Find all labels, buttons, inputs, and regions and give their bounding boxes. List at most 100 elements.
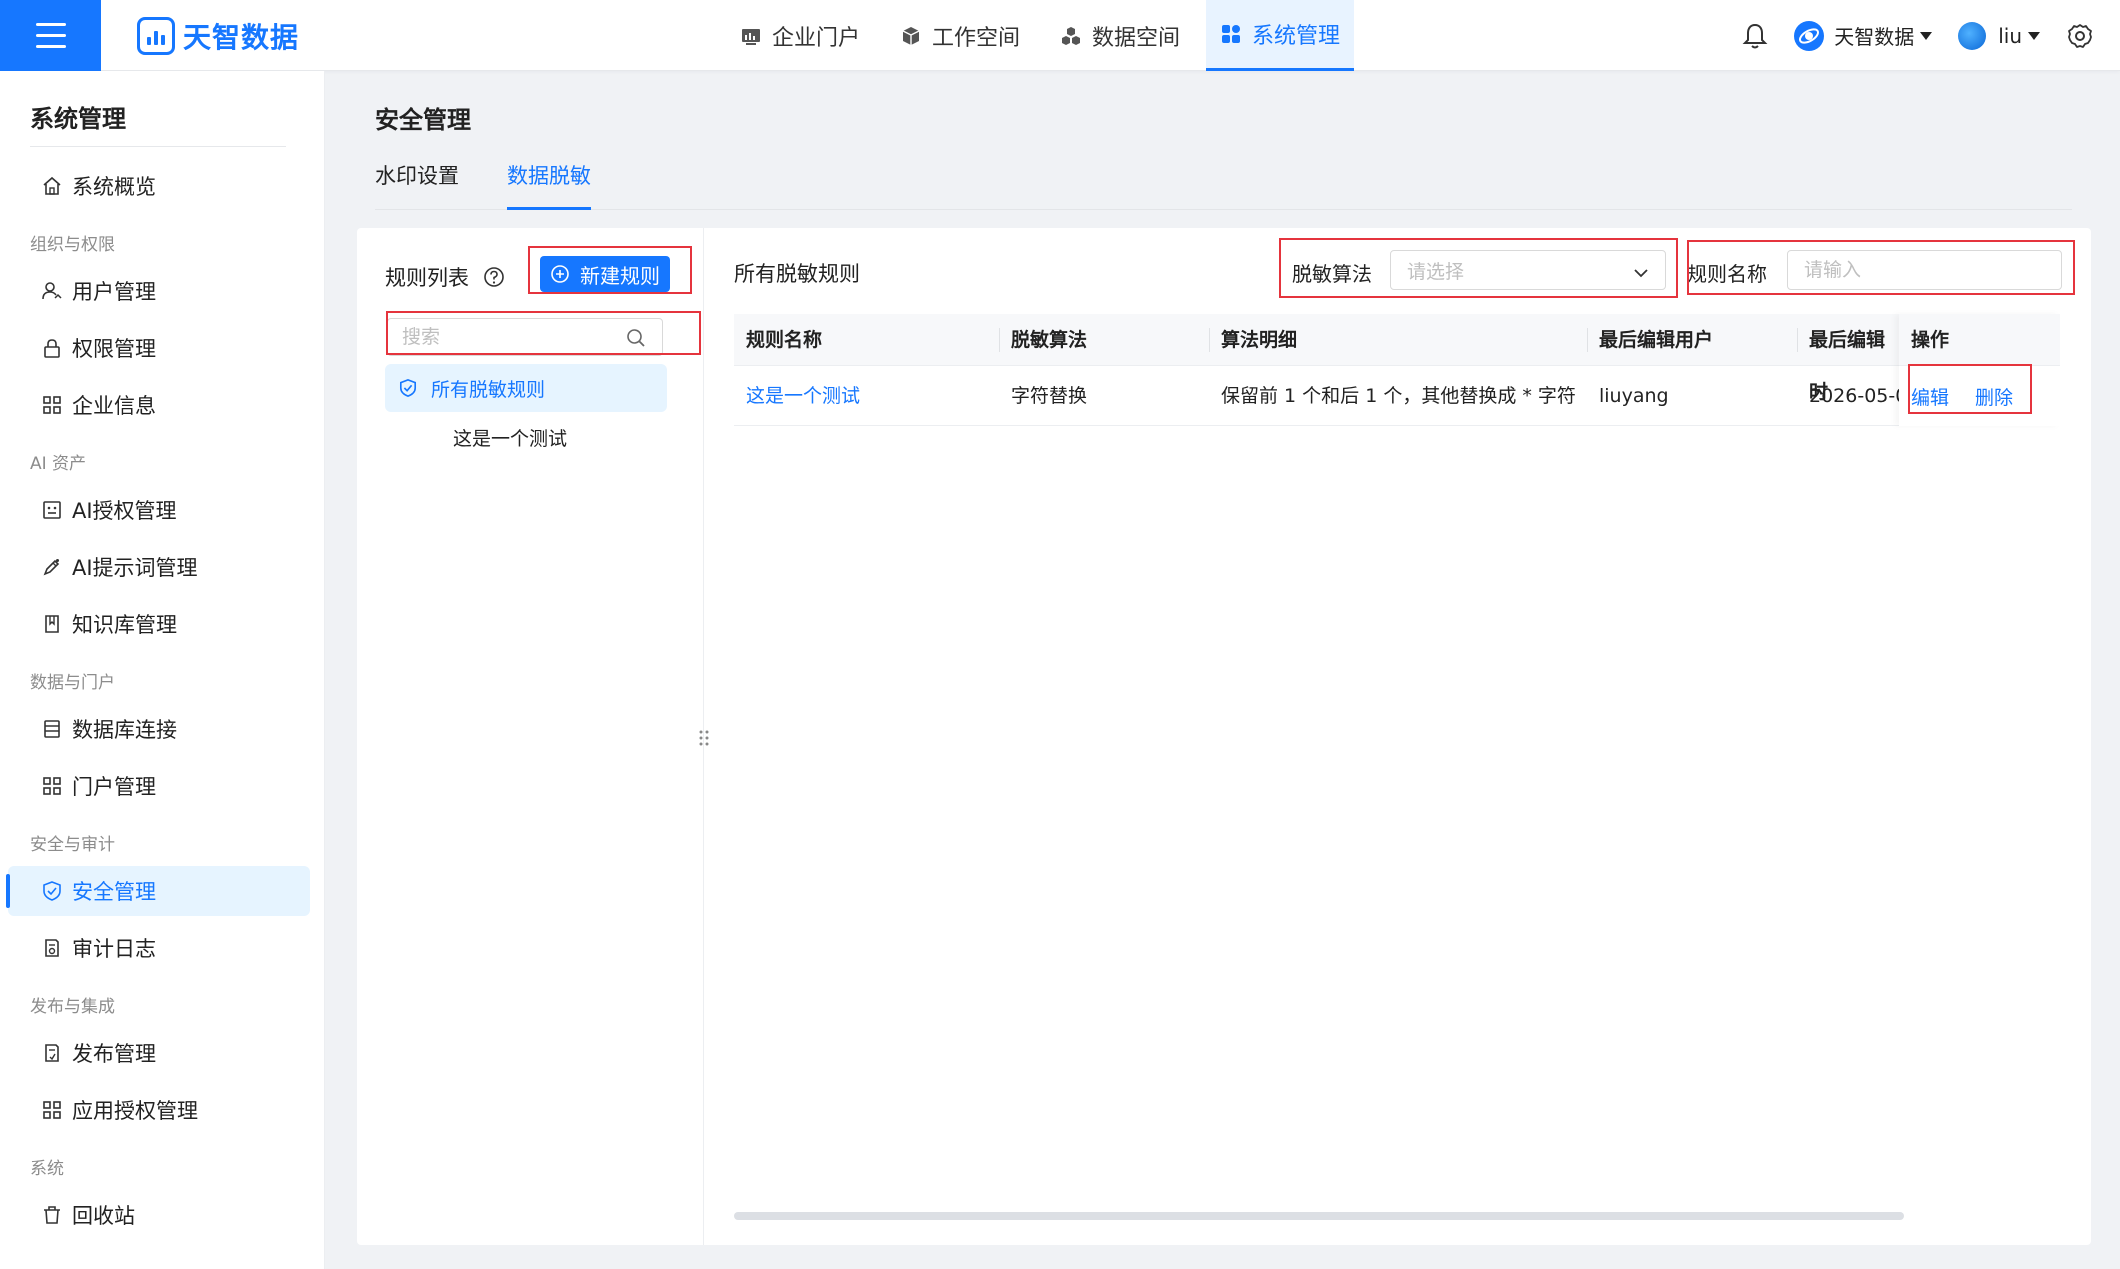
sidebar-item-ai-prompt[interactable]: AI提示词管理 xyxy=(8,542,310,592)
lock-icon xyxy=(42,338,62,358)
sidebar-item-label: 安全管理 xyxy=(72,880,156,904)
search-icon[interactable] xyxy=(626,328,646,348)
shield-icon xyxy=(42,881,62,901)
table-row: 这是一个测试 字符替换 保留前 1 个和后 1 个，其他替换成 * 字符 liu… xyxy=(734,366,2060,426)
nav-system-management[interactable]: 系统管理 xyxy=(1206,0,1355,71)
column-header: 最后编辑时 xyxy=(1797,314,1899,403)
tab-data-masking[interactable]: 数据脱敏 xyxy=(507,160,591,210)
algorithm-filter-label: 脱敏算法 xyxy=(1292,262,1372,286)
row-actions: 编辑 删除 xyxy=(1899,366,2060,426)
nav-label: 数据空间 xyxy=(1092,25,1181,51)
sidebar-item-label: 数据库连接 xyxy=(72,718,177,742)
sidebar-item-app-auth[interactable]: 应用授权管理 xyxy=(8,1085,310,1135)
sidebar-item-label: 门户管理 xyxy=(72,775,156,799)
top-nav: 企业门户 工作空间 数据空间 系统管理 xyxy=(726,0,1366,71)
sidebar-item-label: 用户管理 xyxy=(72,280,156,304)
brand-name: 天智数据 xyxy=(183,21,300,54)
drag-handle-icon[interactable] xyxy=(697,728,711,748)
column-header: 规则名称 xyxy=(746,329,823,351)
nav-workspace[interactable]: 工作空间 xyxy=(886,0,1034,71)
database-icon xyxy=(42,719,62,739)
apps-icon xyxy=(42,776,62,796)
sidebar-item-trash[interactable]: 回收站 xyxy=(8,1190,310,1240)
logo-icon xyxy=(137,17,175,55)
portal-icon xyxy=(740,25,762,47)
bell-icon[interactable] xyxy=(1742,22,1768,50)
nav-enterprise-portal[interactable]: 企业门户 xyxy=(726,0,874,71)
sidebar-item-overview[interactable]: 系统概览 xyxy=(8,161,310,211)
rule-list-title: 规则列表 xyxy=(385,266,469,290)
sidebar-item-knowledge[interactable]: 知识库管理 xyxy=(8,599,310,649)
user-menu[interactable]: liu xyxy=(1958,21,2040,50)
tree-item-all-rules[interactable]: 所有脱敏规则 xyxy=(385,364,667,412)
sidebar-item-label: 发布管理 xyxy=(72,1042,156,1066)
sidebar-item-publish[interactable]: 发布管理 xyxy=(8,1028,310,1078)
sidebar-title: 系统管理 xyxy=(30,105,126,133)
gear-icon[interactable] xyxy=(2066,22,2094,50)
sidebar-item-users[interactable]: 用户管理 xyxy=(8,266,310,316)
sidebar-item-ai-auth[interactable]: AI授权管理 xyxy=(8,485,310,535)
sidebar-item-audit[interactable]: 审计日志 xyxy=(8,923,310,973)
sidebar-item-label: AI授权管理 xyxy=(72,499,177,523)
tree-item-rule[interactable]: 这是一个测试 xyxy=(453,424,567,451)
sidebar-item-permissions[interactable]: 权限管理 xyxy=(8,323,310,373)
column-header: 操作 xyxy=(1899,314,2060,366)
horizontal-scrollbar[interactable] xyxy=(734,1212,1904,1220)
nav-label: 系统管理 xyxy=(1252,24,1341,49)
column-header: 脱敏算法 xyxy=(999,314,1209,366)
rule-search xyxy=(387,318,663,356)
sidebar-item-security[interactable]: 安全管理 xyxy=(6,866,310,916)
page-title: 安全管理 xyxy=(375,106,471,134)
username: liu xyxy=(1998,23,2022,48)
sidebar-group-label: 安全与审计 xyxy=(30,835,115,855)
chevron-down-icon xyxy=(1633,263,1649,278)
edit-link[interactable]: 编辑 xyxy=(1911,383,1949,410)
sidebar-item-label: 回收站 xyxy=(72,1204,135,1228)
apps-icon xyxy=(42,395,62,415)
sidebar-group-label: AI 资产 xyxy=(30,454,87,474)
cubes-icon xyxy=(1060,25,1082,47)
tab-watermark[interactable]: 水印设置 xyxy=(375,160,459,210)
rule-name-link[interactable]: 这是一个测试 xyxy=(734,366,999,426)
rule-search-input[interactable] xyxy=(388,319,608,355)
nav-label: 工作空间 xyxy=(932,25,1021,51)
apps-icon xyxy=(42,1100,62,1120)
name-filter xyxy=(1787,250,2062,290)
avatar xyxy=(1958,21,1987,50)
sidebar-group-label: 数据与门户 xyxy=(30,673,115,693)
org-switcher[interactable]: 天智数据 xyxy=(1794,20,1933,51)
publish-icon xyxy=(42,1043,62,1063)
sidebar-item-label: 审计日志 xyxy=(72,937,156,961)
rule-algorithm: 字符替换 xyxy=(1011,385,1088,407)
sidebar-item-label: 知识库管理 xyxy=(72,613,177,637)
table-header: 规则名称 脱敏算法 算法明细 最后编辑用户 最后编辑时 xyxy=(734,314,2060,403)
sidebar-item-company[interactable]: 企业信息 xyxy=(8,380,310,430)
algorithm-select[interactable]: 请选择 xyxy=(1390,250,1666,290)
actions-column: 操作 编辑 删除 xyxy=(1899,314,2060,426)
new-rule-label: 新建规则 xyxy=(580,263,660,288)
sidebar-item-label: 应用授权管理 xyxy=(72,1099,198,1123)
sidebar-group-label: 组织与权限 xyxy=(30,235,115,255)
rule-list-header: 规则列表 xyxy=(385,262,505,292)
sidebar-item-label: 权限管理 xyxy=(72,337,156,361)
delete-link[interactable]: 删除 xyxy=(1975,383,2013,410)
pen-icon xyxy=(42,557,62,577)
hamburger-icon xyxy=(35,19,66,52)
name-filter-label: 规则名称 xyxy=(1687,262,1767,286)
robot-icon xyxy=(42,500,62,520)
rule-name-input[interactable] xyxy=(1788,251,2061,289)
rule-edited-time: 2026-05-09 xyxy=(1809,385,1899,407)
rule-detail: 保留前 1 个和后 1 个，其他替换成 * 字符 xyxy=(1221,385,1576,407)
shield-check-icon xyxy=(399,379,417,397)
brand-logo[interactable]: 天智数据 xyxy=(137,16,299,56)
nav-data-space[interactable]: 数据空间 xyxy=(1046,0,1194,71)
sidebar-item-db-connection[interactable]: 数据库连接 xyxy=(8,704,310,754)
rule-editor: liuyang xyxy=(1599,385,1669,407)
tab-bar: 水印设置 数据脱敏 xyxy=(375,160,2072,210)
sidebar-item-portal[interactable]: 门户管理 xyxy=(8,761,310,811)
new-rule-button[interactable]: 新建规则 xyxy=(540,256,670,292)
sidebar: 系统管理 系统概览 组织与权限 用户管理 权限管理 企业信息 AI 资产 AI授… xyxy=(0,71,325,1269)
help-icon[interactable] xyxy=(483,266,505,288)
menu-toggle-button[interactable] xyxy=(0,0,101,71)
rules-title: 所有脱敏规则 xyxy=(734,262,860,286)
